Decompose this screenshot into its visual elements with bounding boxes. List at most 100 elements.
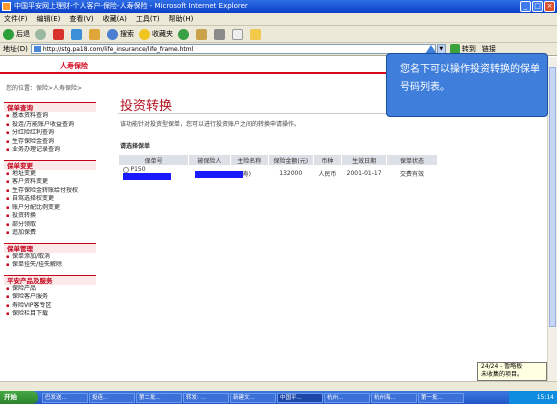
taskbar-item[interactable]: 杭州...	[324, 392, 370, 403]
taskbar-item[interactable]: 巴发送...	[42, 392, 88, 403]
vertical-scrollbar[interactable]	[547, 57, 557, 381]
callout-text: 您名下可以操作投资转换的保单号码列表。	[400, 64, 540, 93]
sidebar-item[interactable]: 账户分配比例变更	[4, 204, 96, 213]
status-bar	[0, 381, 557, 391]
redacted-insured-name	[194, 170, 243, 178]
mail-button[interactable]	[196, 28, 209, 40]
folder-icon	[250, 28, 261, 40]
sidebar: 保单查询 基本资料查询 投连/万能账户收益查询 分红险红利查询 生存保险金查询 …	[4, 97, 96, 319]
sidebar-item[interactable]: 保险产品	[4, 285, 96, 294]
url-input[interactable]: http://stg.pa18.com/life_insurance/life_…	[30, 44, 436, 54]
sidebar-item[interactable]: 保单添加/取消	[4, 253, 96, 262]
taskbar-item[interactable]: 新建文...	[230, 392, 276, 403]
menu-file[interactable]: 文件(F)	[4, 13, 28, 25]
sidebar-item[interactable]: 追加保费	[4, 229, 96, 238]
start-button[interactable]: 开始	[0, 391, 38, 404]
breadcrumb: 您的位置：保险>人寿保险>	[6, 85, 83, 92]
policy-radio[interactable]	[122, 166, 129, 173]
page-description: 该功能针对投资型保单，您可以进行投资账户之间的转换申请操作。	[120, 121, 301, 128]
sidebar-item[interactable]: 分红险红利查询	[4, 129, 96, 138]
menu-help[interactable]: 帮助(H)	[169, 13, 194, 25]
col-amount: 保险金额(元)	[267, 154, 314, 166]
printer-icon	[214, 28, 225, 40]
scrollbar-thumb[interactable]	[549, 67, 556, 327]
toolbar: 后退 搜索 收藏夹	[0, 26, 557, 43]
search-button[interactable]: 搜索	[107, 28, 134, 40]
insured-product-cell: 寿)	[189, 166, 269, 181]
taskbar-item[interactable]: 第一批...	[418, 392, 464, 403]
col-insured: 被保险人	[188, 154, 231, 166]
taskbar-item[interactable]: 第二批...	[136, 392, 182, 403]
policy-number-prefix: P150	[130, 166, 146, 173]
taskbar-item[interactable]: 杭州海...	[371, 392, 417, 403]
tray-notification[interactable]: 24/24 - 暂略板 未收集的项目。	[477, 362, 547, 381]
home-button[interactable]	[89, 28, 102, 40]
history-button[interactable]	[178, 28, 191, 40]
nav-tab-life-insurance[interactable]: 人寿保险	[60, 61, 88, 71]
policy-cell: P150	[119, 166, 189, 180]
menu-favorites[interactable]: 收藏(A)	[103, 13, 127, 25]
home-icon	[89, 28, 100, 40]
menu-view[interactable]: 查看(V)	[69, 13, 93, 25]
col-effective-date: 生效日期	[341, 154, 387, 166]
menu-tools[interactable]: 工具(T)	[136, 13, 160, 25]
window-title-bar: 中国平安网上理财-个人客户-保险-人寿保险 - Microsoft Intern…	[0, 0, 557, 13]
refresh-icon	[71, 28, 82, 40]
back-button[interactable]: 后退	[3, 28, 30, 40]
star-icon	[139, 28, 150, 40]
sidebar-item-investment-transfer[interactable]: 投资转换	[4, 212, 96, 221]
folder-button[interactable]	[250, 28, 263, 40]
col-status: 保单状态	[385, 154, 439, 166]
sidebar-item[interactable]: 寿险VIP客专区	[4, 302, 96, 311]
sidebar-item[interactable]: 客户资料变更	[4, 178, 96, 187]
edit-button[interactable]	[232, 28, 245, 40]
back-arrow-icon	[3, 28, 14, 40]
sidebar-item[interactable]: 基本资料查询	[4, 112, 96, 121]
select-policy-label: 请选择保单	[120, 143, 151, 150]
policy-table: 保单号 被保险人 主险名称 保险金额(元) 币种 生效日期 保单状态 P150 …	[117, 154, 439, 181]
refresh-button[interactable]	[71, 28, 84, 40]
col-product: 主险名称	[229, 154, 269, 166]
sidebar-item[interactable]: 业务办理记录查询	[4, 146, 96, 155]
forward-button[interactable]	[35, 28, 48, 40]
amount-cell: 132000	[279, 169, 303, 177]
menu-edit[interactable]: 编辑(E)	[37, 13, 61, 25]
sidebar-item[interactable]: 保险客户服务	[4, 293, 96, 302]
sidebar-item[interactable]: 地址变更	[4, 170, 96, 179]
sidebar-item[interactable]: 自驾选择权变更	[4, 195, 96, 204]
sidebar-item[interactable]: 生存保险金转账给付授权	[4, 187, 96, 196]
search-icon	[107, 28, 118, 40]
print-button[interactable]	[214, 28, 227, 40]
sidebar-item[interactable]: 投连/万能账户收益查询	[4, 121, 96, 130]
currency-cell: 人民币	[318, 170, 337, 178]
sidebar-item[interactable]: 部分领取	[4, 221, 96, 230]
date-cell: 2001-01-17	[346, 169, 382, 177]
sidebar-item[interactable]: 保险栏目下载	[4, 310, 96, 319]
taskbar-item[interactable]: 转发: ...	[183, 392, 229, 403]
status-cell: 交费有效	[399, 170, 424, 178]
table-row[interactable]: P150 寿) 132000 人民币 2001-01-17 交费有效	[119, 166, 438, 181]
stop-button[interactable]	[53, 28, 66, 40]
taskbar-item-active[interactable]: 中国平...	[277, 392, 323, 403]
forward-arrow-icon	[35, 28, 46, 40]
sidebar-heading-policy-change: 保单变更	[4, 159, 96, 170]
sidebar-item[interactable]: 保单挂失/挂失解除	[4, 261, 96, 270]
minimize-button[interactable]: _	[520, 1, 531, 12]
col-policy-no: 保单号	[117, 154, 190, 166]
maximize-button[interactable]: □	[532, 1, 543, 12]
sidebar-item[interactable]: 生存保险金查询	[4, 138, 96, 147]
address-label: 地址(D)	[3, 45, 28, 53]
close-button[interactable]: ×	[544, 1, 555, 12]
system-tray: 15:14	[509, 391, 557, 404]
product-name-suffix: 寿)	[242, 170, 252, 178]
window-title: 中国平安网上理财-个人客户-保险-人寿保险 - Microsoft Intern…	[14, 2, 248, 10]
taskbar-item[interactable]: 投连...	[89, 392, 135, 403]
sidebar-heading-products: 平安产品及服务	[4, 274, 96, 285]
document-icon	[232, 28, 243, 40]
history-icon	[178, 28, 189, 40]
app-icon	[2, 2, 11, 11]
page-title: 投资转换	[120, 99, 173, 114]
col-currency: 币种	[312, 154, 343, 166]
favorites-button[interactable]: 收藏夹	[139, 28, 173, 40]
stop-icon	[53, 28, 64, 40]
